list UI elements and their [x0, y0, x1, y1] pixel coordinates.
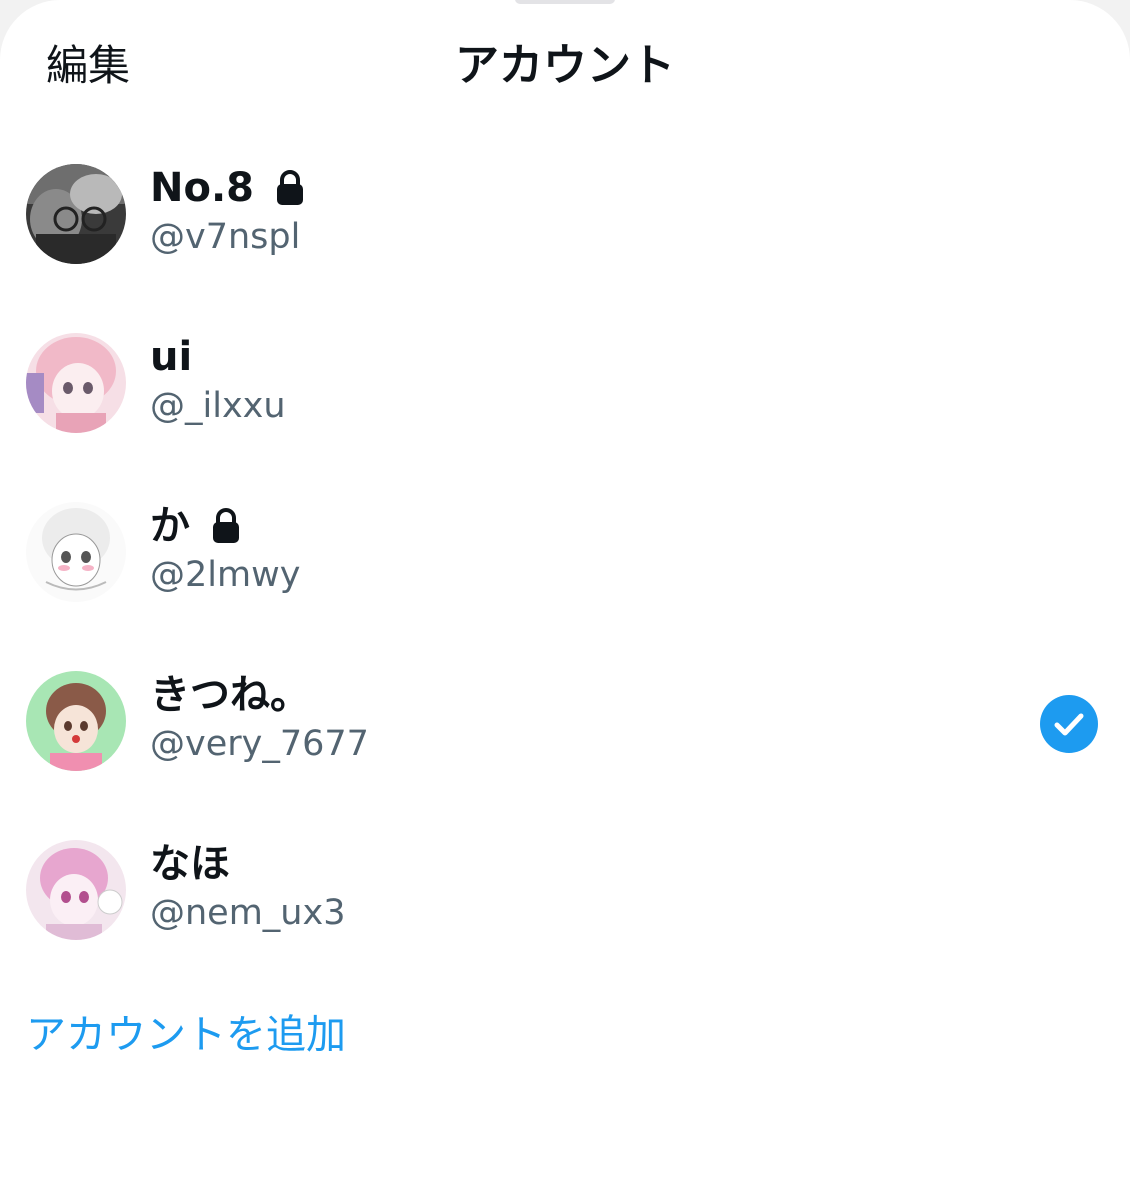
avatar	[26, 333, 126, 433]
account-row-4[interactable]: なほ @nem_ux3	[0, 806, 1130, 956]
display-name: か	[150, 503, 190, 549]
avatar	[26, 671, 126, 771]
page-title: アカウント	[455, 40, 675, 91]
account-row-0[interactable]: No.8 @v7nspl	[0, 130, 1130, 280]
display-name: なほ	[150, 841, 230, 887]
account-row-2[interactable]: か @2lmwy	[0, 468, 1130, 618]
avatar	[26, 164, 126, 264]
display-name: No.8	[150, 165, 254, 211]
account-row-3[interactable]: きつね。 @very_7677	[0, 637, 1130, 787]
handle: @very_7677	[150, 724, 369, 764]
handle: @_ilxxu	[150, 386, 286, 426]
lock-icon	[276, 170, 303, 205]
display-name: きつね。	[150, 672, 310, 718]
avatar	[26, 840, 126, 940]
account-switcher-sheet: 編集 アカウント No.8 @v7nspl ui @_ilxxu か @2lmw…	[0, 0, 1130, 1200]
display-name: ui	[150, 334, 193, 380]
header: 編集 アカウント	[0, 0, 1130, 130]
check-circle-icon	[1040, 695, 1098, 753]
handle: @v7nspl	[150, 217, 301, 257]
handle: @nem_ux3	[150, 893, 346, 933]
avatar	[26, 502, 126, 602]
handle: @2lmwy	[150, 555, 301, 595]
account-row-1[interactable]: ui @_ilxxu	[0, 299, 1130, 449]
add-account-link[interactable]: アカウントを追加	[26, 1008, 346, 1062]
lock-icon	[213, 508, 239, 543]
